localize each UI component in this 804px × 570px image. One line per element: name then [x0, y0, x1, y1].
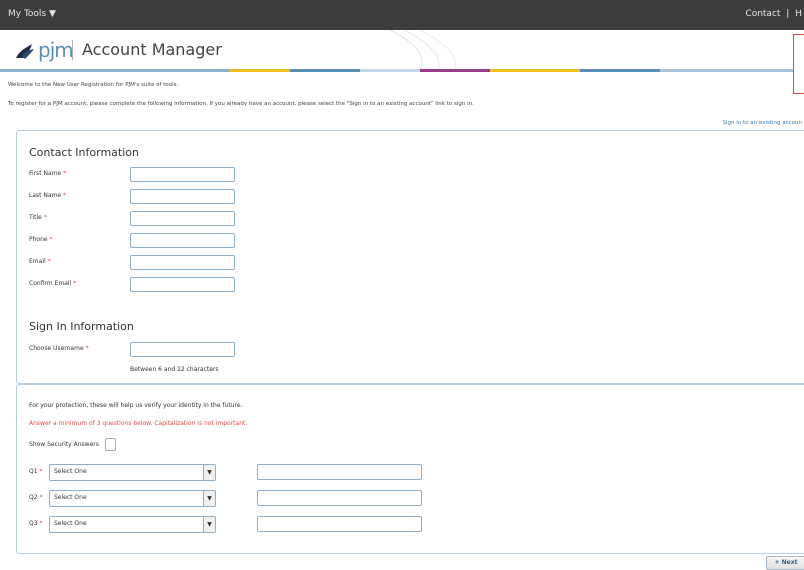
my-tools-menu[interactable]: My Tools ▼: [8, 9, 56, 19]
dropdown-arrow-icon[interactable]: ▼: [203, 491, 215, 506]
page-title: Account Manager: [82, 40, 222, 59]
first-name-label: First Name *: [29, 170, 67, 177]
username-hint: Between 6 and 12 characters: [130, 366, 219, 373]
pjm-logo-icon: [16, 44, 34, 59]
first-name-field[interactable]: [130, 167, 235, 182]
username-label: Choose Username *: [29, 345, 89, 352]
q2-select[interactable]: Select One ▼: [49, 490, 216, 507]
top-divider: |: [786, 9, 790, 19]
header-color-stripe: [0, 69, 804, 72]
header-divider: [72, 40, 73, 60]
protection-text: For your protection, these will help us …: [29, 402, 243, 409]
security-warning: Answer a minimum of 3 questions below. C…: [29, 420, 248, 427]
email-label: Email *: [29, 258, 51, 265]
q1-label: Q1 *: [29, 468, 43, 475]
signin-info-heading: Sign In Information: [29, 320, 134, 333]
security-panel: For your protection, these will help us …: [16, 384, 804, 554]
confirm-email-label: Confirm Email *: [29, 280, 77, 287]
q1-answer-field[interactable]: [257, 464, 422, 480]
q3-selected-value: Select One: [54, 520, 87, 527]
dropdown-arrow-icon[interactable]: ▼: [203, 517, 215, 532]
pjm-logo-text: pjm: [38, 38, 74, 62]
q3-select[interactable]: Select One ▼: [49, 516, 216, 533]
q1-select[interactable]: Select One ▼: [49, 464, 216, 481]
phone-field[interactable]: [130, 233, 235, 248]
confirm-email-field[interactable]: [130, 277, 235, 292]
signin-existing-link[interactable]: Sign in to an existing accoun: [723, 120, 802, 126]
contact-link[interactable]: Contact: [745, 9, 780, 19]
q1-selected-value: Select One: [54, 468, 87, 475]
registration-panel: Contact Information First Name * Last Na…: [16, 130, 804, 384]
welcome-text: Welcome to the New User Registration for…: [8, 82, 179, 88]
last-name-field[interactable]: [130, 189, 235, 204]
show-answers-label: Show Security Answers: [29, 441, 99, 448]
phone-label: Phone *: [29, 236, 53, 243]
top-right-links: Contact | H: [745, 9, 802, 19]
help-link[interactable]: H: [795, 9, 802, 19]
last-name-label: Last Name *: [29, 192, 67, 199]
q3-label: Q3 *: [29, 520, 43, 527]
show-answers-checkbox[interactable]: [105, 438, 116, 451]
contact-info-heading: Contact Information: [29, 146, 139, 159]
username-field[interactable]: [130, 342, 235, 357]
email-field[interactable]: [130, 255, 235, 270]
instructions-text: To register for a PJM account, please co…: [8, 101, 474, 107]
notification-box-edge: [793, 34, 804, 94]
q2-selected-value: Select One: [54, 494, 87, 501]
title-label: Title *: [29, 214, 47, 221]
q3-answer-field[interactable]: [257, 516, 422, 532]
q2-answer-field[interactable]: [257, 490, 422, 506]
app-header: pjm Account Manager: [0, 30, 804, 70]
title-field[interactable]: [130, 211, 235, 226]
dropdown-arrow-icon[interactable]: ▼: [203, 465, 215, 480]
top-nav-bar: My Tools ▼ Contact | H: [0, 0, 804, 30]
q2-label: Q2 *: [29, 494, 43, 501]
